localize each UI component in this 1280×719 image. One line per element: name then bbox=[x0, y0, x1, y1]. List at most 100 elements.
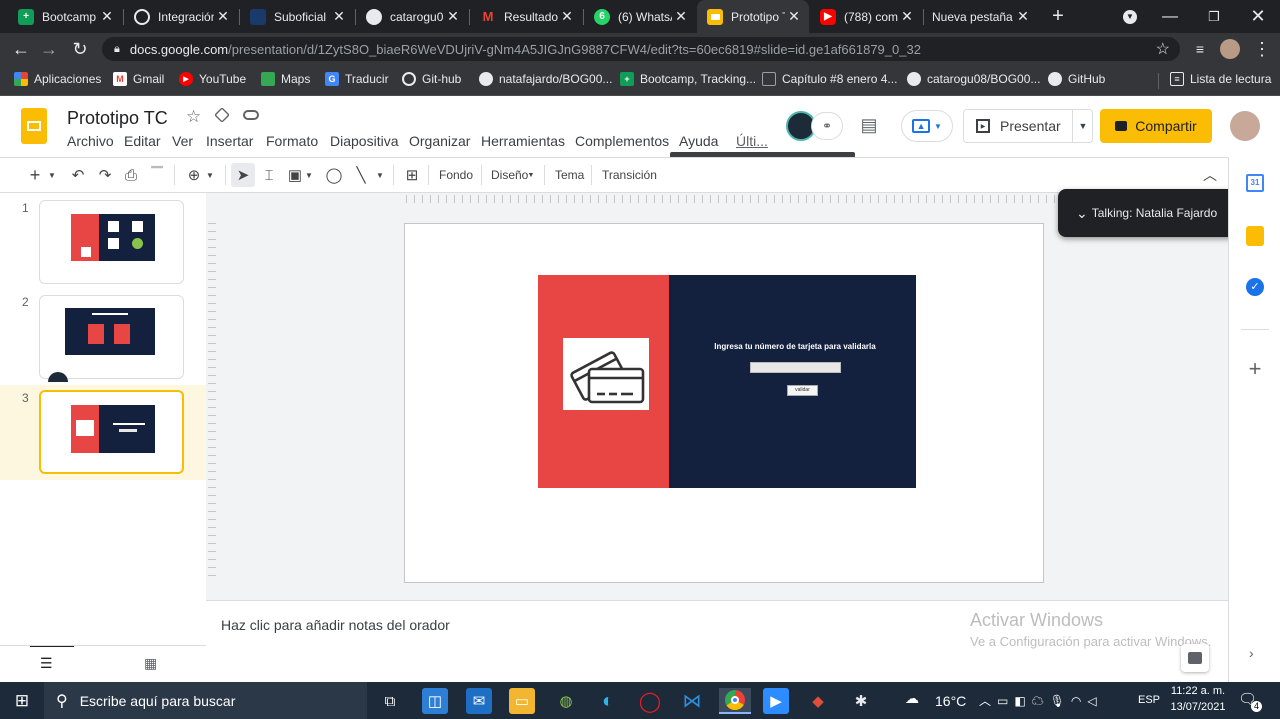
chevron-down-icon[interactable]: ▼ bbox=[203, 165, 217, 185]
transition-button[interactable]: Transición bbox=[602, 168, 657, 182]
card-number-input[interactable] bbox=[750, 362, 841, 373]
comments-icon[interactable]: ▤ bbox=[858, 115, 880, 135]
bookmark-git-hub[interactable]: Git-hub bbox=[402, 72, 461, 86]
add-addon-icon[interactable]: + bbox=[1246, 358, 1264, 380]
zoom-icon[interactable]: ⊕ bbox=[183, 165, 205, 185]
vscode-icon[interactable]: ⋈ bbox=[679, 688, 705, 714]
tab-whatsapp[interactable]: 6 (6) WhatsA ✕ bbox=[584, 0, 696, 33]
restore-icon[interactable]: ❐ bbox=[1194, 0, 1234, 33]
select-tool-icon[interactable]: ➤ bbox=[231, 163, 255, 187]
add-comment-icon[interactable]: ⊞ bbox=[401, 165, 423, 185]
speaker-notes[interactable]: Haz clic para añadir notas del orador Ac… bbox=[206, 600, 1228, 682]
back-icon[interactable]: ← bbox=[9, 37, 33, 61]
filmstrip-view-icon[interactable]: ☰ bbox=[40, 655, 58, 671]
forward-icon[interactable]: → bbox=[37, 37, 61, 61]
system-tray-icons[interactable]: ︿▭◧☁🎙︎◠◁ bbox=[979, 692, 1103, 709]
bookmark-natafajardo[interactable]: natafajardo/BOG00... bbox=[479, 72, 612, 86]
profile-avatar[interactable] bbox=[1218, 37, 1242, 61]
menu-insertar[interactable]: Insertar bbox=[206, 133, 253, 149]
menu-herramientas[interactable]: Herramientas bbox=[481, 133, 565, 149]
bookmark-bootcamp[interactable]: + Bootcamp, Tracking... bbox=[620, 72, 756, 86]
bookmark-youtube[interactable]: ▶ YouTube bbox=[179, 72, 246, 86]
menu-formato[interactable]: Formato bbox=[266, 133, 318, 149]
last-edit-link[interactable]: Últi... bbox=[736, 133, 768, 149]
account-avatar[interactable] bbox=[1230, 111, 1260, 141]
tasks-icon[interactable]: ✓ bbox=[1246, 278, 1264, 296]
meet-present-button[interactable]: ▲ ▼ bbox=[901, 110, 953, 142]
background-button[interactable]: Fondo bbox=[439, 168, 473, 182]
menu-editar[interactable]: Editar bbox=[124, 133, 161, 149]
taskbar-search-box[interactable]: ⚲ Escribe aquí para buscar bbox=[44, 682, 367, 719]
undo-icon[interactable]: ↶ bbox=[67, 165, 89, 185]
file-explorer-icon[interactable]: ▭ bbox=[509, 688, 535, 714]
tab-nueva[interactable]: Nueva pestaña ✕ bbox=[924, 0, 1038, 33]
slide-thumbnail-3[interactable] bbox=[39, 390, 184, 474]
line-icon[interactable]: ╲ bbox=[350, 165, 372, 185]
print-icon[interactable]: ⎙ bbox=[120, 165, 142, 185]
reload-icon[interactable]: ↻ bbox=[68, 37, 92, 61]
present-button[interactable]: ▶ Presentar bbox=[964, 110, 1072, 142]
close-icon[interactable]: ✕ bbox=[330, 8, 348, 25]
tab-bootcamp[interactable]: + Bootcamp ✕ bbox=[8, 0, 122, 33]
clock[interactable]: 11:22 a. m. 13/07/2021 bbox=[1170, 685, 1226, 713]
star-icon[interactable]: ☆ bbox=[1156, 39, 1170, 59]
opera-icon[interactable]: ◯ bbox=[637, 688, 663, 714]
minimize-icon[interactable]: — bbox=[1150, 0, 1190, 33]
close-icon[interactable]: ✕ bbox=[898, 8, 916, 25]
close-icon[interactable]: ✕ bbox=[672, 8, 690, 25]
explore-button[interactable] bbox=[1181, 644, 1209, 672]
bookmark-capitulo[interactable]: Capítulo #8 enero 4... bbox=[762, 72, 897, 86]
bookmark-traducir[interactable]: G Traducir bbox=[325, 72, 389, 86]
tab-prototipo-active[interactable]: Prototipo T ✕ bbox=[697, 0, 809, 33]
chevron-down-icon[interactable]: ▼ bbox=[373, 165, 387, 185]
slide-thumbnail-1[interactable] bbox=[39, 200, 184, 284]
zoom-app-icon[interactable]: ▶ bbox=[763, 688, 789, 714]
chevron-down-icon[interactable]: ⌄ bbox=[1076, 205, 1088, 222]
menu-ayuda[interactable]: Ayuda bbox=[679, 133, 718, 149]
git-icon[interactable]: ◆ bbox=[805, 688, 831, 714]
paint-format-icon[interactable]: ▔ bbox=[146, 165, 168, 185]
slides-logo[interactable] bbox=[21, 108, 47, 144]
calendar-icon[interactable]: 31 bbox=[1246, 174, 1264, 192]
tab-youtube[interactable]: ▶ (788) como ✕ bbox=[810, 0, 922, 33]
close-icon[interactable]: ✕ bbox=[98, 8, 116, 25]
notification-center-icon[interactable]: 🗨︎ 4 bbox=[1238, 690, 1262, 712]
meet-icon[interactable]: ⚭ bbox=[811, 112, 843, 140]
share-button[interactable]: Compartir bbox=[1100, 109, 1212, 143]
close-icon[interactable]: ✕ bbox=[444, 8, 462, 25]
menu-complementos[interactable]: Complementos bbox=[575, 133, 669, 149]
more-menu-icon[interactable]: ⋮ bbox=[1250, 37, 1274, 61]
media-queue-icon[interactable]: ≡ bbox=[1188, 37, 1212, 61]
menu-ver[interactable]: Ver bbox=[172, 133, 193, 149]
theme-button[interactable]: Tema bbox=[555, 168, 584, 182]
tab-suboficial[interactable]: Suboficial ✕ bbox=[240, 0, 354, 33]
new-tab-button[interactable]: + bbox=[1038, 0, 1078, 33]
weather-temp[interactable]: 16°C bbox=[935, 693, 966, 709]
slide-thumbnail-2[interactable] bbox=[39, 295, 184, 382]
close-icon[interactable]: ✕ bbox=[558, 8, 576, 25]
close-icon[interactable]: ✕ bbox=[785, 8, 803, 25]
slack-icon[interactable]: ✱ bbox=[848, 688, 874, 714]
menu-diapositiva[interactable]: Diapositiva bbox=[330, 133, 398, 149]
bookmark-gmail[interactable]: M Gmail bbox=[113, 72, 164, 86]
window-close-icon[interactable]: ✕ bbox=[1238, 0, 1278, 33]
collapse-toolbar-icon[interactable]: ︿ bbox=[1199, 165, 1221, 185]
meet-talking-indicator[interactable]: ⌄ Talking: Natalia Fajardo bbox=[1058, 189, 1246, 237]
redo-icon[interactable]: ↷ bbox=[94, 165, 116, 185]
bookmark-catarogu[interactable]: catarogu08/BOG00... bbox=[907, 72, 1040, 86]
cloud-saved-icon[interactable] bbox=[243, 110, 259, 120]
new-slide-icon[interactable]: + bbox=[24, 165, 46, 185]
bookmark-maps[interactable]: Maps bbox=[261, 72, 310, 86]
tab-catarogu[interactable]: catarogu08 ✕ bbox=[356, 0, 468, 33]
text-box-icon[interactable]: ⌶ bbox=[258, 165, 280, 185]
star-icon[interactable]: ☆ bbox=[186, 107, 201, 127]
expand-panel-icon[interactable]: › bbox=[1249, 645, 1254, 661]
tab-integracion[interactable]: Integración ✕ bbox=[124, 0, 238, 33]
bookmark-github[interactable]: GitHub bbox=[1048, 72, 1105, 86]
tab-resultados[interactable]: M Resultados ✕ bbox=[470, 0, 582, 33]
input-language[interactable]: ESP bbox=[1138, 694, 1160, 706]
menu-archivo[interactable]: Archivo bbox=[67, 133, 114, 149]
current-slide[interactable]: Ingresa tu número de tarjeta para valida… bbox=[404, 223, 1044, 583]
edge-icon[interactable]: ◐ bbox=[595, 688, 621, 714]
xbox-icon[interactable]: ◍ bbox=[553, 688, 579, 714]
